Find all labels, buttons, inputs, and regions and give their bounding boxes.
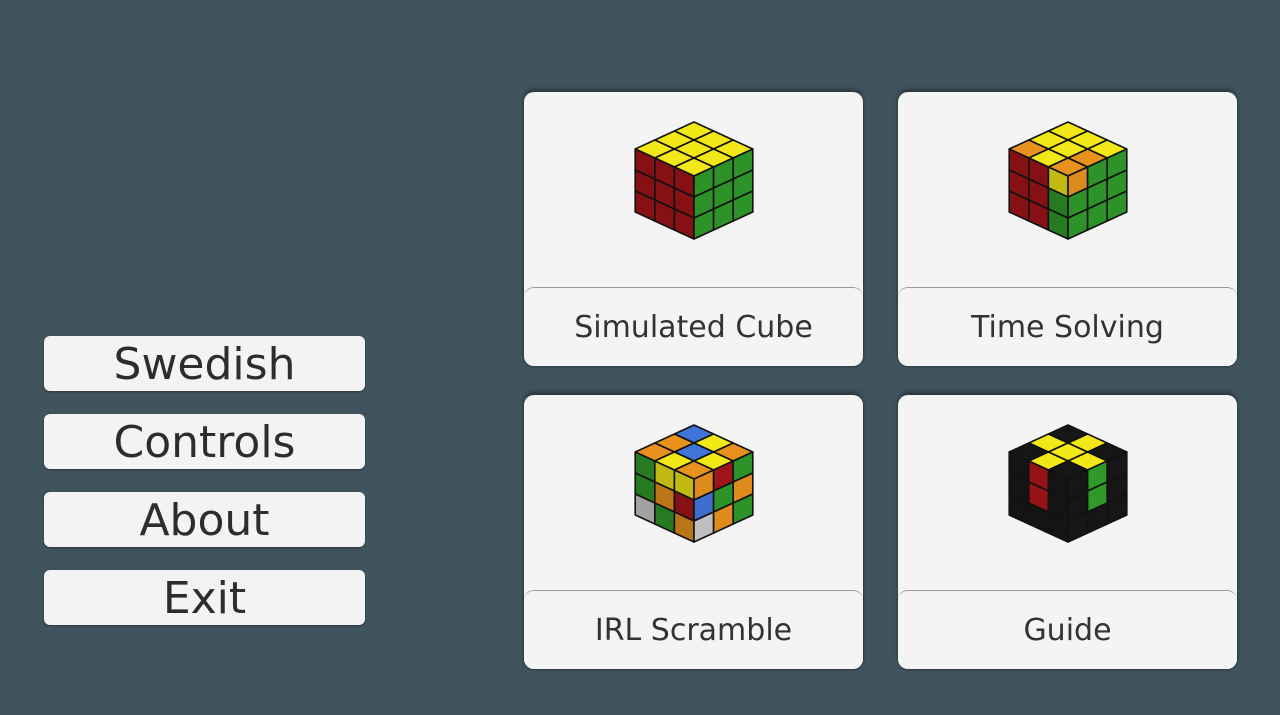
controls-button[interactable]: Controls [44,414,365,469]
about-button-label: About [139,494,270,546]
swedish-button[interactable]: Swedish [44,336,365,391]
swedish-button-label: Swedish [113,338,296,390]
irl-scramble-card[interactable]: IRL Scramble [524,395,863,669]
guide-label: Guide [898,590,1237,669]
time-solving-card[interactable]: Time Solving [898,92,1237,366]
partially-turned-cube-icon [898,92,1237,287]
time-solving-label: Time Solving [898,287,1237,366]
irl-scramble-label: IRL Scramble [524,590,863,669]
controls-button-label: Controls [113,416,296,468]
solved-cube-icon [524,92,863,287]
scrambled-cube-icon [524,395,863,590]
exit-button-label: Exit [162,572,247,624]
simulated-cube-card[interactable]: Simulated Cube [524,92,863,366]
exit-button[interactable]: Exit [44,570,365,625]
simulated-cube-label: Simulated Cube [524,287,863,366]
guide-card[interactable]: Guide [898,395,1237,669]
about-button[interactable]: About [44,492,365,547]
guide-cross-cube-icon [898,395,1237,590]
